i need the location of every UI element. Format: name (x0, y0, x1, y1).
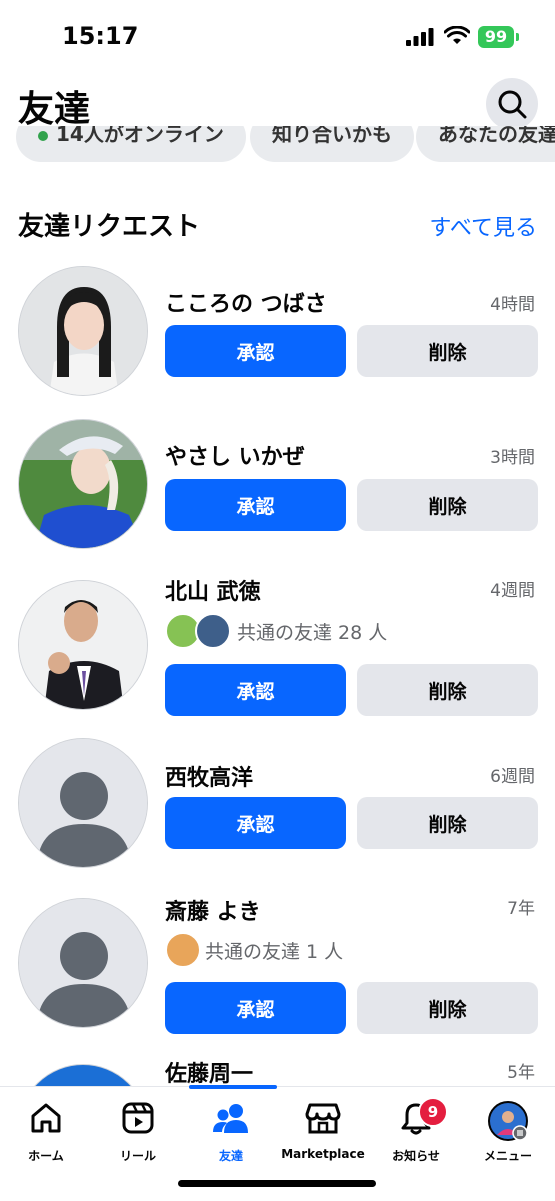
mutual-friend-avatar (195, 613, 231, 649)
request-time: 7年 (507, 899, 535, 919)
home-indicator (178, 1180, 376, 1187)
tab-home[interactable]: ホーム (0, 1087, 92, 1167)
see-all-link[interactable]: すべて見る (429, 210, 537, 242)
chip-label: 14人がオンライン (56, 126, 224, 146)
request-name[interactable]: 西牧高洋 (165, 760, 253, 792)
wifi-icon (444, 26, 470, 44)
filter-chips: 14人がオンライン 知り合いかも あなたの友達 (0, 126, 555, 164)
clock: 15:17 (62, 22, 139, 50)
page-title: 友達 (18, 89, 91, 130)
tab-label: リール (119, 1149, 156, 1163)
tab-label: お知らせ (392, 1149, 440, 1163)
approve-button[interactable]: 承認 (165, 797, 346, 849)
mutual-friends-label: 共通の友達 1 人 (205, 940, 344, 963)
battery-tip (516, 33, 519, 41)
approve-button[interactable]: 承認 (165, 982, 346, 1034)
avatar[interactable] (18, 419, 148, 549)
search-icon (498, 90, 527, 119)
friend-request-item: 佐藤周一 5年 (0, 1056, 555, 1086)
request-time: 6週間 (490, 767, 535, 787)
home-icon (31, 1103, 61, 1133)
request-name[interactable]: 北山 武徳 (165, 574, 261, 606)
tab-label: ホーム (28, 1149, 64, 1163)
profile-photo-icon (19, 267, 147, 395)
request-name[interactable]: 斎藤 よき (165, 894, 261, 926)
chip-label: あなたの友達 (438, 126, 555, 146)
delete-button[interactable]: 削除 (357, 797, 538, 849)
chip-online[interactable]: 14人がオンライン (16, 126, 246, 162)
search-button[interactable] (486, 78, 538, 130)
tab-label: Marketplace (281, 1147, 365, 1161)
request-name[interactable]: こころの つばさ (165, 286, 327, 318)
profile-photo-icon (19, 581, 147, 709)
menu-avatar-icon (488, 1101, 528, 1141)
request-name[interactable]: やさし いかぜ (165, 439, 305, 471)
avatar[interactable] (18, 738, 148, 868)
chip-label: 知り合いかも (272, 126, 392, 146)
avatar[interactable] (18, 1064, 148, 1086)
request-time: 4週間 (490, 581, 535, 601)
default-avatar-icon (19, 899, 147, 1027)
chip-people-you-may-know[interactable]: 知り合いかも (250, 126, 414, 162)
tab-reels[interactable]: リール (92, 1087, 184, 1167)
marketplace-icon (305, 1103, 341, 1134)
battery-indicator: 99 (478, 26, 514, 48)
avatar[interactable] (18, 898, 148, 1028)
request-name[interactable]: 佐藤周一 (165, 1056, 253, 1086)
tab-marketplace[interactable]: Marketplace (277, 1087, 369, 1167)
section-title: 友達リクエスト (18, 212, 201, 242)
avatar[interactable] (18, 580, 148, 710)
request-time: 5年 (507, 1063, 535, 1083)
approve-button[interactable]: 承認 (165, 664, 346, 716)
delete-button[interactable]: 削除 (357, 479, 538, 531)
approve-button[interactable]: 承認 (165, 479, 346, 531)
avatar[interactable] (18, 266, 148, 396)
tab-label: 友達 (218, 1149, 243, 1163)
status-bar: 15:17 99 (0, 0, 555, 72)
approve-button[interactable]: 承認 (165, 325, 346, 377)
request-time: 3時間 (490, 448, 535, 468)
delete-button[interactable]: 削除 (357, 982, 538, 1034)
tab-notifications[interactable]: 9 お知らせ (370, 1087, 462, 1167)
mutual-friends-label: 共通の友達 28 人 (237, 621, 388, 644)
delete-button[interactable]: 削除 (357, 325, 538, 377)
mutual-friends: 共通の友達 28 人 (165, 613, 387, 649)
chip-your-friends[interactable]: あなたの友達 (416, 126, 555, 162)
cellular-signal-icon (406, 28, 434, 46)
notification-badge: 9 (418, 1097, 448, 1127)
delete-button[interactable]: 削除 (357, 664, 538, 716)
tab-label: メニュー (483, 1149, 532, 1163)
reels-icon (122, 1102, 154, 1134)
online-dot (38, 130, 48, 141)
mutual-friend-avatar (165, 932, 201, 968)
default-avatar-icon (19, 739, 147, 867)
tab-menu[interactable]: メニュー (462, 1087, 554, 1167)
request-time: 4時間 (490, 295, 535, 315)
profile-photo-icon (19, 420, 147, 548)
mutual-friends: 共通の友達 1 人 (165, 932, 343, 968)
tab-friends[interactable]: 友達 (185, 1087, 277, 1167)
friends-icon (213, 1104, 248, 1133)
